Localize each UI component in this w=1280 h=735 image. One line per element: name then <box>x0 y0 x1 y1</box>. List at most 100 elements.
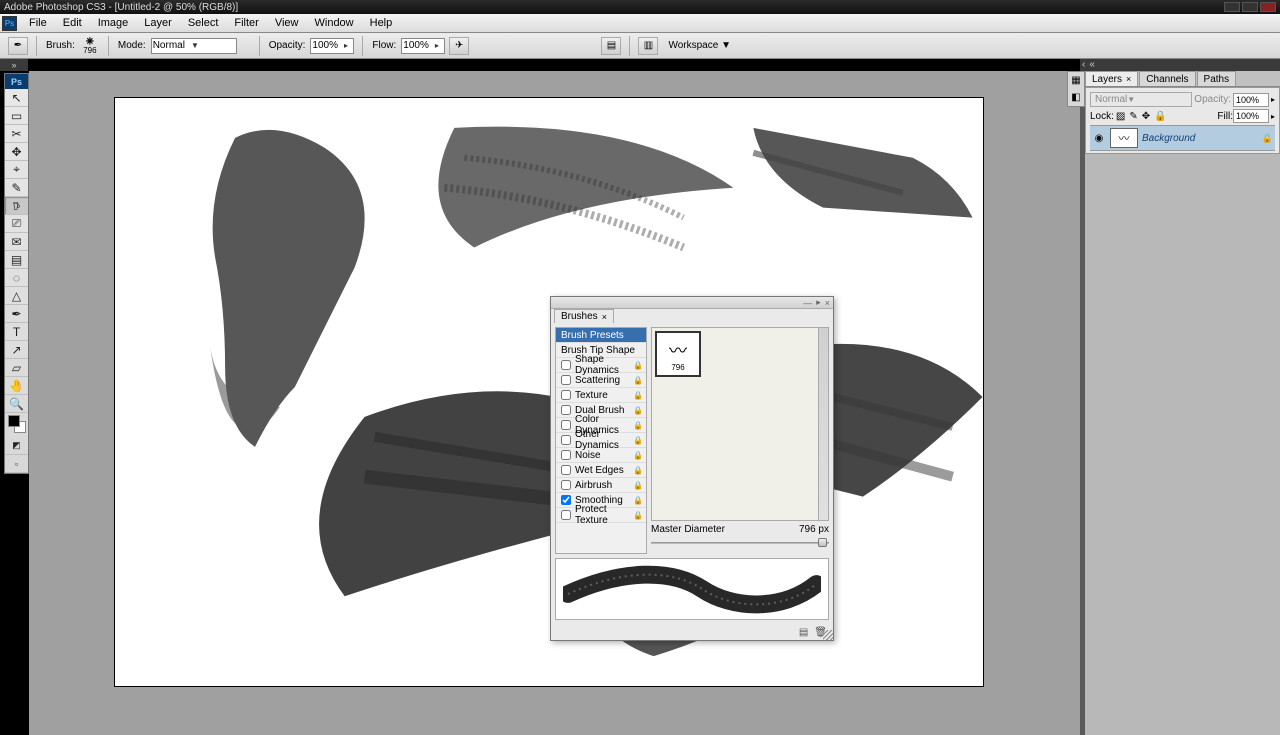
airbrush-toggle[interactable]: ✈ <box>449 37 469 55</box>
tool-shape[interactable]: ▱ <box>5 359 28 377</box>
tool-hand[interactable]: 🤚 <box>5 377 28 395</box>
menu-select[interactable]: Select <box>180 15 227 31</box>
preset-scrollbar[interactable] <box>818 328 828 520</box>
mode-select[interactable]: Normal▼ <box>151 38 237 54</box>
window-restore-button[interactable] <box>1242 2 1258 12</box>
blend-mode-select[interactable]: Normal▼ <box>1090 92 1192 107</box>
doc-icon[interactable]: ▤ <box>601 37 621 55</box>
layer-opacity-input[interactable] <box>1233 93 1269 107</box>
tab-layers[interactable]: Layers× <box>1085 71 1138 86</box>
options-bar: ✒ Brush: ⁕ 796 Mode: Normal▼ Opacity: 10… <box>0 33 1280 59</box>
brushes-tab[interactable]: Brushes× <box>554 309 614 323</box>
tool-gradient[interactable]: ◌ <box>5 269 28 287</box>
new-brush-icon[interactable]: ▤ <box>799 627 808 638</box>
brush-category-scattering[interactable]: Scattering🔒 <box>556 373 646 388</box>
tool-blur[interactable]: △ <box>5 287 28 305</box>
brush-category-airbrush[interactable]: Airbrush🔒 <box>556 478 646 493</box>
visibility-eye-icon[interactable]: ◉ <box>1092 133 1106 144</box>
tool-screenmode[interactable]: ▫ <box>5 455 28 473</box>
fill-label: Fill: <box>1217 111 1233 122</box>
menu-layer[interactable]: Layer <box>136 15 180 31</box>
layer-row-background[interactable]: ◉ 〰 Background 🔒 <box>1090 125 1275 151</box>
category-checkbox[interactable] <box>561 435 571 445</box>
brush-category-wet-edges[interactable]: Wet Edges🔒 <box>556 463 646 478</box>
category-checkbox[interactable] <box>561 375 571 385</box>
tool-move[interactable]: ↖ <box>5 89 28 107</box>
tool-crop[interactable]: ⌖ <box>5 161 28 179</box>
window-minimize-button[interactable] <box>1224 2 1240 12</box>
window-close-button[interactable] <box>1260 2 1276 12</box>
tool-marquee[interactable]: ▭ <box>5 107 28 125</box>
brush-category-protect-texture[interactable]: Protect Texture🔒 <box>556 508 646 523</box>
category-checkbox[interactable] <box>561 390 571 400</box>
workspace: Ps ↖ ▭ ✂ ✥ ⌖ ✎ 𖠚 ⎚ ✉ ▤ ◌ △ ✒ T ↗ ▱ 🤚 🔍 ◩… <box>0 59 1280 735</box>
menu-help[interactable]: Help <box>362 15 401 31</box>
category-checkbox[interactable] <box>561 510 571 520</box>
tool-brush[interactable]: 𖠚 <box>5 197 28 215</box>
lock-pixels-icon[interactable]: ✎ <box>1129 111 1137 122</box>
tab-channels[interactable]: Channels <box>1139 71 1195 86</box>
tool-healing[interactable]: ⎚ <box>5 215 28 233</box>
canvas-artwork <box>115 98 983 686</box>
dock-icon-column[interactable]: ▦◧ <box>1067 71 1085 107</box>
lock-icon: 🔒 <box>633 466 643 475</box>
brush-category-texture[interactable]: Texture🔒 <box>556 388 646 403</box>
tool-eyedropper[interactable]: ✎ <box>5 179 28 197</box>
workspace-menu[interactable]: Workspace ▼ <box>668 40 731 51</box>
brush-category-brush-presets[interactable]: Brush Presets <box>556 328 646 343</box>
category-checkbox[interactable] <box>561 360 571 370</box>
menu-view[interactable]: View <box>267 15 307 31</box>
brushes-panel[interactable]: — ▸ × Brushes× Brush PresetsBrush Tip Sh… <box>550 296 834 641</box>
tool-type[interactable]: T <box>5 323 28 341</box>
panel-close-icon[interactable]: × <box>825 298 830 308</box>
menu-filter[interactable]: Filter <box>226 15 266 31</box>
brushes-panel-titlebar[interactable]: — ▸ × <box>551 297 833 309</box>
toolbox: Ps ↖ ▭ ✂ ✥ ⌖ ✎ 𖠚 ⎚ ✉ ▤ ◌ △ ✒ T ↗ ▱ 🤚 🔍 ◩… <box>4 73 29 474</box>
master-diameter-value: 796 px <box>799 524 829 535</box>
category-checkbox[interactable] <box>561 420 571 430</box>
brush-preset-thumb[interactable]: 〰 796 <box>655 331 701 377</box>
tool-preset-picker[interactable]: ✒ <box>8 37 28 55</box>
layer-opacity-label: Opacity: <box>1194 94 1231 105</box>
panel-resize-handle[interactable] <box>823 630 833 640</box>
brush-presets-grid[interactable]: 〰 796 <box>651 327 829 521</box>
panel-minimize-icon[interactable]: — <box>803 298 812 308</box>
layer-thumbnail[interactable]: 〰 <box>1110 128 1138 148</box>
tool-eraser[interactable]: ▤ <box>5 251 28 269</box>
category-checkbox[interactable] <box>561 450 571 460</box>
lock-position-icon[interactable]: ✥ <box>1142 111 1150 122</box>
tab-paths[interactable]: Paths <box>1197 71 1237 86</box>
opacity-label: Opacity: <box>269 40 306 51</box>
lock-all-icon[interactable]: 🔒 <box>1154 111 1166 122</box>
menu-edit[interactable]: Edit <box>55 15 90 31</box>
opacity-input[interactable]: 100%▸ <box>310 38 354 54</box>
lock-transparent-icon[interactable]: ▨ <box>1116 111 1125 122</box>
tool-quickmask[interactable]: ◩ <box>5 437 28 455</box>
menu-file[interactable]: File <box>21 15 55 31</box>
category-checkbox[interactable] <box>561 495 571 505</box>
brush-category-noise[interactable]: Noise🔒 <box>556 448 646 463</box>
category-checkbox[interactable] <box>561 405 571 415</box>
menu-image[interactable]: Image <box>90 15 137 31</box>
swatch-fg[interactable] <box>8 415 20 427</box>
tool-lasso[interactable]: ✂ <box>5 125 28 143</box>
swatch-fg-bg[interactable] <box>5 413 28 437</box>
tool-clone[interactable]: ✉ <box>5 233 28 251</box>
brush-picker[interactable]: ⁕ 796 <box>78 35 102 57</box>
screen-mode-icon[interactable]: ▥ <box>638 37 658 55</box>
fill-input[interactable] <box>1233 109 1269 123</box>
document-canvas[interactable] <box>114 97 984 687</box>
menu-window[interactable]: Window <box>307 15 362 31</box>
tool-path-select[interactable]: ↗ <box>5 341 28 359</box>
master-diameter-slider[interactable] <box>651 536 829 550</box>
panel-arrow-icon[interactable]: ▸ <box>816 297 821 308</box>
category-checkbox[interactable] <box>561 465 571 475</box>
category-checkbox[interactable] <box>561 480 571 490</box>
flow-input[interactable]: 100%▸ <box>401 38 445 54</box>
brush-category-other-dynamics[interactable]: Other Dynamics🔒 <box>556 433 646 448</box>
tool-pen[interactable]: ✒ <box>5 305 28 323</box>
brush-category-shape-dynamics[interactable]: Shape Dynamics🔒 <box>556 358 646 373</box>
layer-name: Background <box>1142 133 1262 144</box>
tool-zoom[interactable]: 🔍 <box>5 395 28 413</box>
tool-quick-select[interactable]: ✥ <box>5 143 28 161</box>
